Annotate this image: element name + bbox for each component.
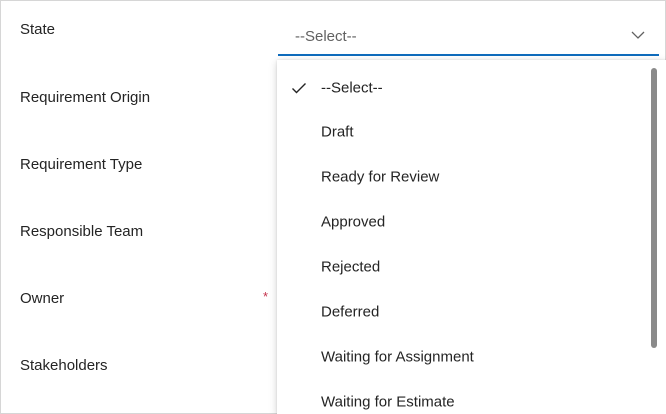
dropdown-option-label: Waiting for Assignment (321, 348, 474, 366)
dropdown-option-waiting-for-assignment[interactable]: Waiting for Assignment (277, 335, 649, 379)
state-dropdown-list: --Select-- Draft Ready for Review Approv… (277, 60, 666, 414)
dropdown-scrollbar[interactable] (651, 68, 657, 348)
dropdown-option-approved[interactable]: Approved (277, 200, 649, 244)
state-select[interactable]: --Select-- (278, 18, 659, 56)
field-label-owner: Owner (20, 290, 65, 307)
dropdown-option-waiting-for-estimate[interactable]: Waiting for Estimate (277, 380, 649, 414)
required-asterisk: * (263, 289, 269, 304)
dropdown-option-label: Draft (321, 123, 354, 141)
dropdown-option-deferred[interactable]: Deferred (277, 290, 649, 334)
dropdown-option-label: Ready for Review (321, 168, 440, 186)
field-label-requirement-origin: Requirement Origin (20, 89, 151, 106)
state-select-value: --Select-- (295, 28, 357, 45)
dropdown-option-select[interactable]: --Select-- (277, 66, 649, 110)
dropdown-option-label: --Select-- (321, 79, 383, 97)
dropdown-option-rejected[interactable]: Rejected (277, 245, 649, 289)
dropdown-option-label: Waiting for Estimate (321, 393, 455, 411)
dropdown-option-label: Deferred (321, 303, 380, 321)
field-label-state: State (20, 21, 56, 38)
dropdown-option-label: Rejected (321, 258, 381, 276)
dropdown-option-label: Approved (321, 213, 386, 231)
chevron-down-icon (631, 31, 645, 39)
field-label-responsible-team: Responsible Team (20, 223, 144, 240)
field-label-stakeholders: Stakeholders (20, 357, 108, 374)
dropdown-option-ready-for-review[interactable]: Ready for Review (277, 155, 649, 199)
checkmark-icon (292, 83, 306, 94)
dropdown-option-draft[interactable]: Draft (277, 110, 649, 154)
field-label-requirement-type: Requirement Type (20, 156, 143, 173)
